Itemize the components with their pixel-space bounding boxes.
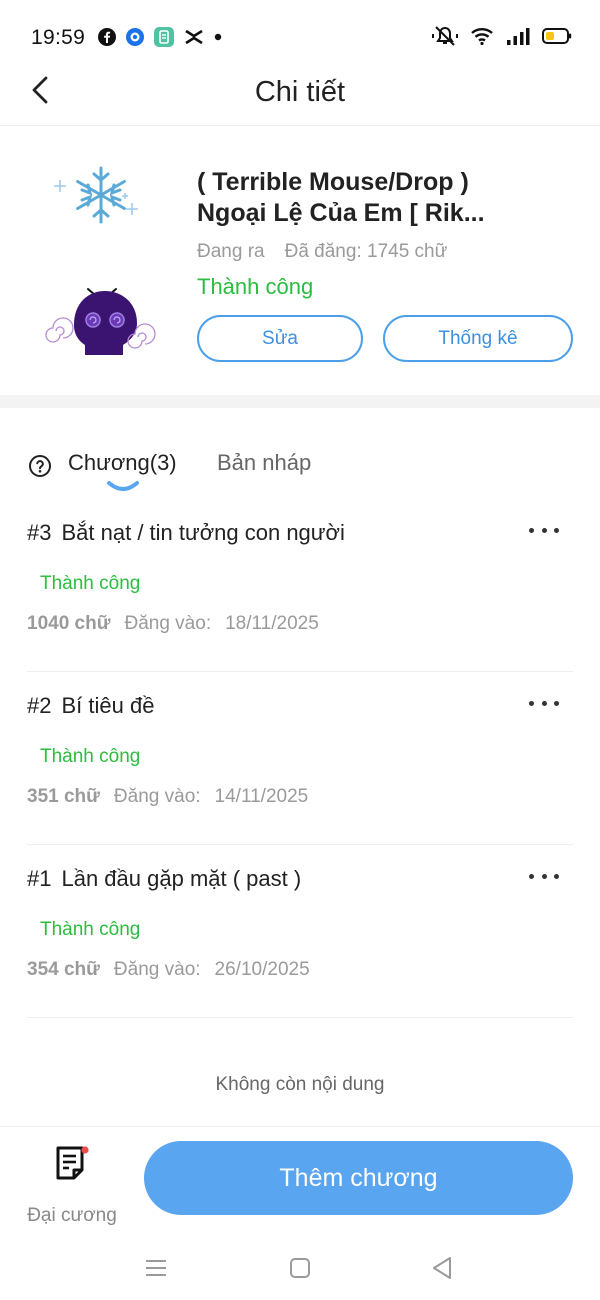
chapter-posted-label: Đăng vào: (113, 959, 201, 980)
edit-button[interactable]: Sửa (197, 315, 363, 362)
tab-chapters[interactable]: Chương(3) (68, 450, 177, 476)
chapter-word-count: 351 chữ (27, 786, 100, 807)
more-dot-icon (541, 527, 547, 533)
more-dot-icon (529, 527, 534, 533)
recent-apps-button[interactable] (138, 1250, 174, 1286)
story-title-line-1: ( Terrible Mouse/Drop ) (197, 168, 469, 196)
signal-icon (507, 28, 530, 45)
add-chapter-button[interactable]: Thêm chương (144, 1141, 573, 1215)
help-icon[interactable] (28, 454, 52, 478)
more-dot-icon (541, 700, 547, 706)
statistics-button[interactable]: Thống kê (383, 315, 573, 362)
status-time: 19:59 (31, 26, 86, 49)
chapter-number: #1 (27, 866, 52, 891)
page-title: Chi tiết (254, 76, 346, 108)
menu-icon (146, 1260, 166, 1276)
triangle-back-icon (433, 1257, 451, 1279)
home-button[interactable] (282, 1250, 318, 1286)
chapter-number: #2 (27, 693, 52, 718)
story-meta: Đang ra Đã đăng: 1745 chữ (197, 241, 447, 263)
more-dot-icon (554, 873, 559, 879)
chapter-word-count: 354 chữ (27, 959, 100, 980)
messenger-icon (126, 28, 144, 46)
more-dot-icon (541, 873, 547, 879)
chapter-status: Thành công (40, 746, 141, 767)
outline-icon (56, 1146, 89, 1180)
more-dot-icon (554, 700, 559, 706)
chapter-title: #1 Lần đầu gặp mặt ( past ) (27, 866, 301, 892)
chapter-title: #3 Bắt nạt / tin tưởng con người (27, 520, 345, 546)
more-options-button[interactable] (529, 522, 559, 538)
story-title: ( Terrible Mouse/Drop ) Ngoại Lệ Của Em … (197, 167, 577, 229)
chapter-name: Bí tiêu đề (61, 693, 155, 718)
more-options-button[interactable] (529, 695, 559, 711)
chapter-item[interactable]: #1 Lần đầu gặp mặt ( past ) Thành công 35… (27, 846, 573, 1018)
story-cover[interactable] (40, 165, 162, 355)
notification-icons (98, 26, 222, 48)
chapter-status: Thành công (40, 919, 141, 940)
bottom-action-bar: Đại cương Thêm chương (0, 1126, 600, 1236)
tab-drafts[interactable]: Bản nháp (217, 450, 311, 476)
chapter-name: Lần đầu gặp mặt ( past ) (61, 866, 302, 891)
story-status: Thành công (197, 274, 314, 299)
wifi-icon (471, 28, 493, 46)
outline-label: Đại cương (27, 1205, 117, 1226)
more-dot-icon (529, 700, 534, 706)
story-title-line-2: Ngoại Lệ Của Em [ Rik... (197, 199, 485, 227)
more-dot-icon (554, 527, 559, 533)
notification-dot-icon (81, 1146, 89, 1154)
chapter-number: #3 (27, 520, 52, 545)
system-back-button[interactable] (424, 1250, 460, 1286)
chapter-word-count: 1040 chữ (27, 613, 111, 634)
system-navigation-bar (0, 1236, 600, 1300)
square-icon (290, 1258, 310, 1278)
battery-icon (542, 28, 572, 44)
section-divider (0, 395, 600, 408)
chapter-item[interactable]: #3 Bắt nạt / tin tưởng con người Thành cô… (27, 500, 573, 672)
chapter-date: 26/10/2025 (214, 959, 310, 980)
outline-button[interactable]: Đại cương (22, 1143, 122, 1226)
story-word-count: Đã đăng: 1745 chữ (284, 241, 448, 262)
dot-icon (214, 33, 222, 41)
mute-icon (432, 26, 458, 46)
chapter-item[interactable]: #2 Bí tiêu đề Thành công 351 chữ Đăng vào… (27, 673, 573, 845)
active-tab-indicator (107, 481, 139, 491)
chapter-tabs: Chương(3) Bản nháp (0, 440, 600, 500)
chapter-date: 14/11/2025 (214, 786, 309, 807)
capcut-icon (185, 29, 203, 45)
more-options-button[interactable] (529, 868, 559, 884)
story-info-card: ( Terrible Mouse/Drop ) Ngoại Lệ Của Em … (0, 127, 600, 395)
chapter-meta: 351 chữ Đăng vào: 14/11/2025 (27, 786, 308, 808)
chapter-name: Bắt nạt / tin tưởng con người (61, 520, 345, 545)
app-icon (154, 27, 174, 47)
story-state: Đang ra (197, 241, 265, 262)
chapter-meta: 354 chữ Đăng vào: 26/10/2025 (27, 959, 310, 981)
end-of-list-text: Không còn nội dung (215, 1074, 385, 1095)
chapter-posted-label: Đăng vào: (124, 613, 212, 634)
chapter-meta: 1040 chữ Đăng vào: 18/11/2025 (27, 613, 319, 635)
facebook-icon (98, 28, 116, 46)
cover-illustration (45, 166, 156, 355)
chapter-posted-label: Đăng vào: (113, 786, 201, 807)
chapter-date: 18/11/2025 (225, 613, 319, 634)
system-icons (432, 24, 572, 48)
more-dot-icon (529, 873, 534, 879)
top-app-bar: Chi tiết (0, 60, 600, 126)
chapter-title: #2 Bí tiêu đề (27, 693, 154, 719)
chapter-status: Thành công (40, 573, 141, 594)
